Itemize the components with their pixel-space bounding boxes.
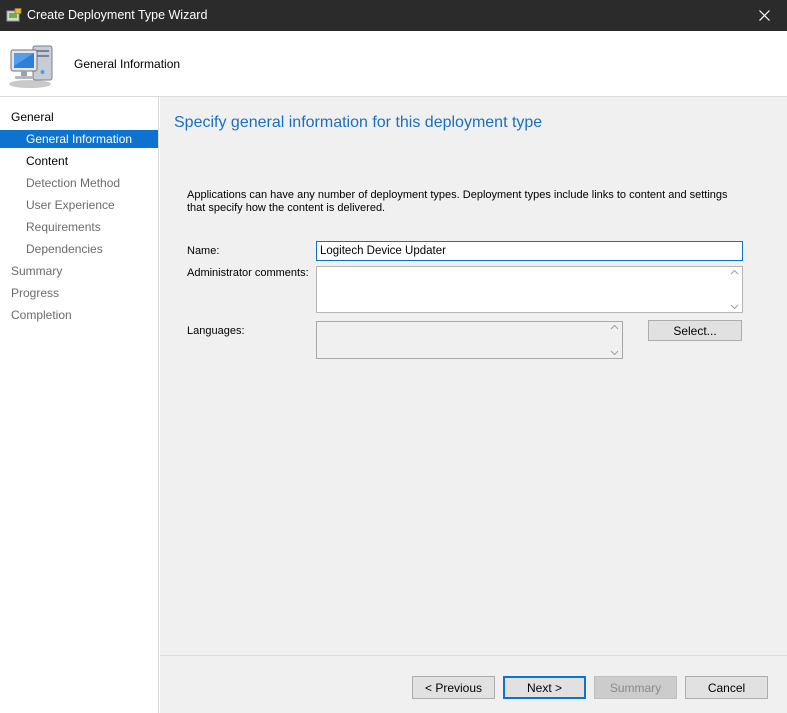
window-title: Create Deployment Type Wizard (27, 8, 208, 22)
nav-item-summary[interactable]: Summary (0, 262, 158, 280)
header-title: General Information (74, 57, 181, 71)
admin-comments-input[interactable] (316, 266, 743, 313)
title-bar: Create Deployment Type Wizard (0, 0, 787, 31)
nav-item-requirements[interactable]: Requirements (0, 218, 158, 236)
nav-item-completion[interactable]: Completion (0, 306, 158, 324)
name-label: Name: (187, 245, 220, 257)
computer-icon (9, 45, 53, 88)
next-button[interactable]: Next > (503, 676, 586, 699)
close-button[interactable] (741, 0, 787, 31)
admin-comments-label: Administrator comments: (187, 267, 309, 279)
scroll-up-icon[interactable] (610, 324, 619, 330)
nav-item-user-experience[interactable]: User Experience (0, 196, 158, 214)
nav-item-content[interactable]: Content (0, 152, 158, 170)
nav-item-dependencies[interactable]: Dependencies (0, 240, 158, 258)
scroll-down-icon[interactable] (730, 304, 739, 310)
main-panel: Specify general information for this dep… (160, 97, 787, 655)
wizard-nav: General General Information Content Dete… (0, 97, 159, 713)
scroll-up-icon[interactable] (730, 269, 739, 275)
wizard-footer: < Previous Next > Summary Cancel (160, 655, 787, 713)
scroll-down-icon[interactable] (610, 350, 619, 356)
admin-comments-scrollbar[interactable] (729, 269, 740, 310)
page-description: Applications can have any number of depl… (187, 189, 728, 214)
name-input[interactable] (317, 242, 742, 260)
nav-item-general-information[interactable]: General Information (0, 130, 158, 148)
nav-item-detection-method[interactable]: Detection Method (0, 174, 158, 192)
wizard-header: General Information (0, 31, 787, 97)
page-heading: Specify general information for this dep… (174, 114, 543, 131)
languages-list[interactable] (316, 321, 623, 359)
summary-button: Summary (594, 676, 677, 699)
previous-button[interactable]: < Previous (412, 676, 495, 699)
nav-item-general[interactable]: General (0, 108, 158, 126)
wizard-app-icon (6, 8, 22, 22)
languages-label: Languages: (187, 325, 245, 337)
languages-scrollbar[interactable] (609, 324, 620, 356)
close-icon (758, 10, 770, 21)
cancel-button[interactable]: Cancel (685, 676, 768, 699)
select-languages-button[interactable]: Select... (648, 320, 742, 341)
name-field-box[interactable] (316, 241, 743, 261)
nav-item-progress[interactable]: Progress (0, 284, 158, 302)
